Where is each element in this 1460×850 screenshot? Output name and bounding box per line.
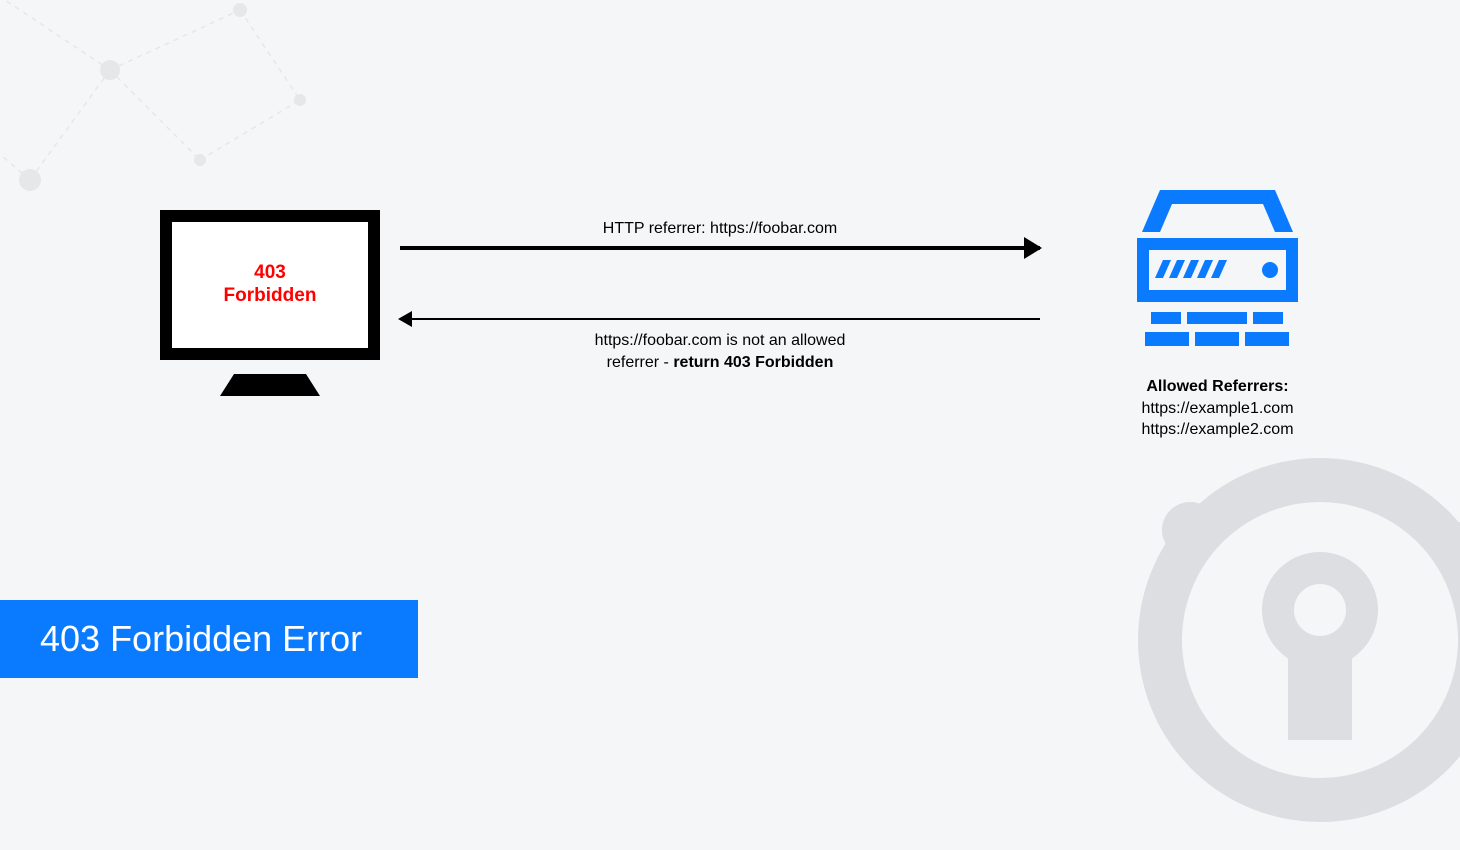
allowed-referrer-item: https://example2.com <box>1125 419 1310 441</box>
server-icon <box>1125 182 1310 357</box>
forbidden-diagram: 403 Forbidden HTTP referrer: https://foo… <box>160 210 1320 470</box>
request-response-arrows: HTTP referrer: https://foobar.com https:… <box>400 220 1040 373</box>
response-arrow-icon <box>400 318 1040 320</box>
allowed-referrers-heading: Allowed Referrers: <box>1125 376 1310 398</box>
error-text: Forbidden <box>224 285 317 308</box>
page-title: 403 Forbidden Error <box>0 600 418 678</box>
error-code: 403 <box>254 262 286 285</box>
allowed-referrers-list: Allowed Referrers: https://example1.com … <box>1125 376 1310 441</box>
server: Allowed Referrers: https://example1.com … <box>1125 182 1310 441</box>
client-monitor-icon: 403 Forbidden <box>160 210 380 396</box>
request-arrow-icon <box>400 246 1040 250</box>
request-label: HTTP referrer: https://foobar.com <box>400 220 1040 238</box>
keycdn-logo-icon <box>1110 430 1460 850</box>
response-label: https://foobar.com is not an allowed ref… <box>400 330 1040 373</box>
allowed-referrer-item: https://example1.com <box>1125 398 1310 420</box>
